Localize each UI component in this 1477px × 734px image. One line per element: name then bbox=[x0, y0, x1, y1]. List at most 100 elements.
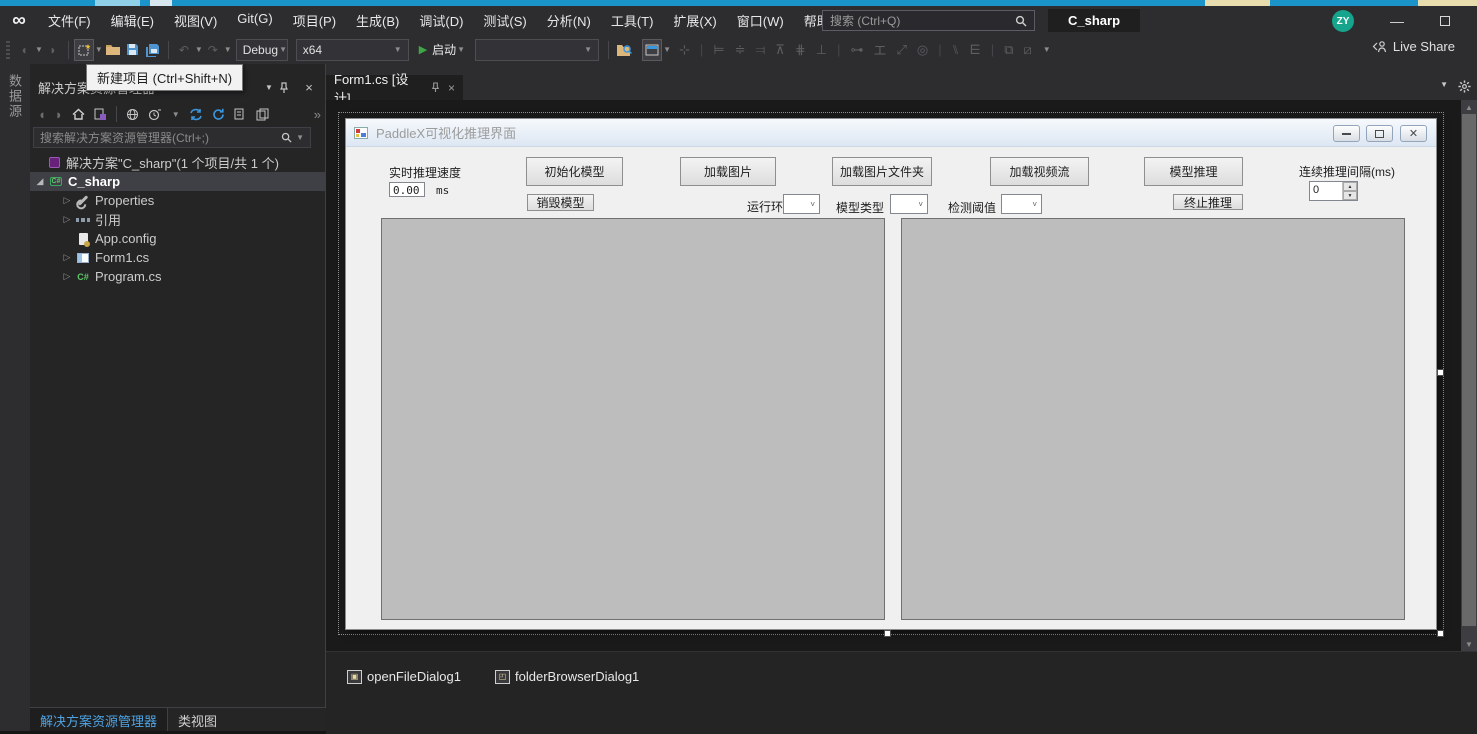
same-height-icon[interactable]: エ bbox=[874, 40, 887, 59]
start-debug-button[interactable]: ▶ 启动 ▼ bbox=[413, 41, 471, 58]
resize-handle-corner[interactable] bbox=[1437, 630, 1444, 637]
save-button[interactable] bbox=[123, 39, 143, 61]
designer-surface[interactable]: PaddleX可视化推理界面 ✕ 实时推理速度 0.00 ms 初始化模型 加载… bbox=[326, 100, 1477, 651]
collapse-all-icon[interactable] bbox=[234, 108, 247, 121]
picturebox-right[interactable] bbox=[901, 218, 1405, 620]
tree-item-references[interactable]: ▷ 引用 bbox=[30, 210, 325, 229]
navigate-back-icon[interactable]: ◖ bbox=[14, 39, 34, 61]
horiz-spacing-icon[interactable]: ⑊ bbox=[952, 42, 960, 57]
show-all-files-icon[interactable] bbox=[256, 108, 270, 121]
same-width-icon[interactable]: ⊶ bbox=[851, 42, 864, 58]
resize-handle-right[interactable] bbox=[1437, 369, 1444, 376]
resize-handle-bottom[interactable] bbox=[884, 630, 891, 637]
scroll-up-icon[interactable]: ▲ bbox=[1461, 100, 1477, 114]
tree-item-program[interactable]: ▷ C# Program.cs bbox=[30, 267, 325, 286]
stop-inference-button[interactable]: 终止推理 bbox=[1173, 194, 1243, 210]
folderbrowserdialog-component[interactable]: ◰ folderBrowserDialog1 bbox=[495, 669, 639, 684]
collapsed-icon[interactable]: ▷ bbox=[61, 195, 73, 206]
form-maximize-button[interactable] bbox=[1366, 125, 1393, 142]
designer-view-button[interactable] bbox=[642, 39, 662, 61]
same-size-icon[interactable]: ⤢ bbox=[897, 42, 907, 58]
tree-item-solution[interactable]: 解决方案"C_sharp"(1 个项目/共 1 个) bbox=[30, 153, 325, 172]
snap-to-grid-icon[interactable]: ⊹ bbox=[679, 42, 690, 58]
redo-icon[interactable]: ↷ bbox=[203, 39, 223, 61]
solution-config-dropdown[interactable]: Debug ▼ bbox=[236, 39, 288, 61]
designed-form[interactable]: PaddleX可视化推理界面 ✕ 实时推理速度 0.00 ms 初始化模型 加载… bbox=[345, 118, 1437, 630]
menu-edit[interactable]: 编辑(E) bbox=[101, 7, 164, 34]
undo-dropdown-icon[interactable]: ▼ bbox=[195, 45, 203, 54]
avatar[interactable]: ZY bbox=[1332, 10, 1354, 32]
load-folder-button[interactable]: 加载图片文件夹 bbox=[832, 157, 932, 186]
refresh-icon[interactable] bbox=[212, 108, 225, 121]
picturebox-left[interactable] bbox=[381, 218, 885, 620]
spin-up-icon[interactable]: ▲ bbox=[1343, 182, 1357, 191]
new-project-button[interactable] bbox=[74, 39, 94, 61]
tab-form1-designer[interactable]: Form1.cs [设计] × bbox=[326, 75, 463, 100]
minimize-button[interactable]: — bbox=[1380, 8, 1414, 33]
switch-views-icon[interactable] bbox=[94, 108, 107, 121]
speed-value-textbox[interactable]: 0.00 bbox=[389, 182, 425, 197]
redo-dropdown-icon[interactable]: ▼ bbox=[224, 45, 232, 54]
tree-item-project[interactable]: ◢ C# C_sharp bbox=[30, 172, 325, 191]
align-rights-icon[interactable]: ⫤ bbox=[756, 42, 766, 58]
maximize-button[interactable] bbox=[1428, 8, 1462, 33]
init-model-button[interactable]: 初始化模型 bbox=[526, 157, 623, 186]
load-image-button[interactable]: 加载图片 bbox=[680, 157, 776, 186]
sync-with-active-document-icon[interactable] bbox=[189, 108, 203, 121]
vert-spacing-icon[interactable]: ⋿ bbox=[969, 42, 980, 58]
det-threshold-combobox[interactable]: ˅ bbox=[1001, 194, 1042, 214]
align-tops-icon[interactable]: ⊼ bbox=[775, 42, 785, 58]
forward-icon[interactable]: ◗ bbox=[55, 107, 63, 122]
tree-item-properties[interactable]: ▷ Properties bbox=[30, 191, 325, 210]
align-bottoms-icon[interactable]: ⊥ bbox=[816, 42, 827, 58]
align-middles-icon[interactable]: ⋕ bbox=[795, 42, 806, 58]
chevron-down-icon[interactable]: ▼ bbox=[663, 45, 671, 54]
toolbar-overflow-icon[interactable]: » bbox=[314, 107, 321, 122]
menu-extensions[interactable]: 扩展(X) bbox=[663, 7, 726, 34]
vertical-scrollbar[interactable]: ▲ ▼ bbox=[1461, 100, 1477, 651]
window-position-icon[interactable]: ▼ bbox=[259, 83, 279, 92]
collapsed-icon[interactable]: ▷ bbox=[61, 214, 73, 225]
destroy-model-button[interactable]: 销毁模型 bbox=[527, 194, 594, 211]
live-share-button[interactable]: Live Share bbox=[1372, 39, 1455, 54]
menu-debug[interactable]: 调试(D) bbox=[409, 7, 473, 34]
quick-search-input[interactable]: 搜索 (Ctrl+Q) bbox=[822, 10, 1035, 31]
undo-icon[interactable]: ↶ bbox=[174, 39, 194, 61]
menu-tools[interactable]: 工具(T) bbox=[601, 7, 664, 34]
document-list-icon[interactable]: ▼ bbox=[1440, 80, 1448, 93]
menu-window[interactable]: 窗口(W) bbox=[727, 7, 794, 34]
toolbar-overflow-icon[interactable]: ▼ bbox=[1043, 45, 1051, 54]
pin-icon[interactable] bbox=[431, 82, 440, 93]
runtime-env-combobox[interactable]: ˅ bbox=[783, 194, 820, 214]
filter-dropdown-icon[interactable]: ▼ bbox=[172, 110, 180, 119]
form-close-button[interactable]: ✕ bbox=[1400, 125, 1427, 142]
menu-build[interactable]: 生成(B) bbox=[346, 7, 409, 34]
interval-numeric-updown[interactable]: 0 ▲ ▼ bbox=[1309, 181, 1358, 201]
collapsed-icon[interactable]: ▷ bbox=[61, 271, 73, 282]
back-icon[interactable]: ◖ bbox=[38, 107, 46, 122]
navigate-forward-icon[interactable]: ◗ bbox=[43, 39, 63, 61]
search-options-icon[interactable]: ▼ bbox=[296, 133, 304, 142]
toolbar-grip[interactable] bbox=[6, 41, 10, 59]
menu-git[interactable]: Git(G) bbox=[227, 7, 282, 34]
pin-icon[interactable] bbox=[279, 82, 299, 94]
tab-class-view[interactable]: 类视图 bbox=[168, 708, 227, 731]
back-dropdown-icon[interactable]: ▼ bbox=[35, 45, 43, 54]
form-minimize-button[interactable] bbox=[1333, 125, 1360, 142]
startup-item-dropdown[interactable]: ▼ bbox=[475, 39, 599, 61]
bring-front-icon[interactable]: ⧉ bbox=[1004, 42, 1013, 58]
send-back-icon[interactable]: ⧄ bbox=[1023, 42, 1031, 58]
all-files-icon[interactable] bbox=[126, 108, 139, 121]
tab-solution-explorer[interactable]: 解决方案资源管理器 bbox=[30, 708, 168, 731]
expanded-icon[interactable]: ◢ bbox=[34, 176, 46, 187]
solution-search-input[interactable]: 搜索解决方案资源管理器(Ctrl+;) ▼ bbox=[33, 127, 311, 148]
model-type-combobox[interactable]: ˅ bbox=[890, 194, 928, 214]
run-inference-button[interactable]: 模型推理 bbox=[1144, 157, 1243, 186]
size-to-grid-icon[interactable]: ◎ bbox=[917, 42, 928, 58]
align-centers-icon[interactable]: ≑ bbox=[735, 42, 746, 58]
new-dropdown-icon[interactable]: ▼ bbox=[95, 45, 103, 54]
collapsed-icon[interactable]: ▷ bbox=[61, 252, 73, 263]
find-in-files-button[interactable] bbox=[614, 39, 634, 61]
open-file-button[interactable] bbox=[103, 39, 123, 61]
tree-item-appconfig[interactable]: App.config bbox=[30, 229, 325, 248]
